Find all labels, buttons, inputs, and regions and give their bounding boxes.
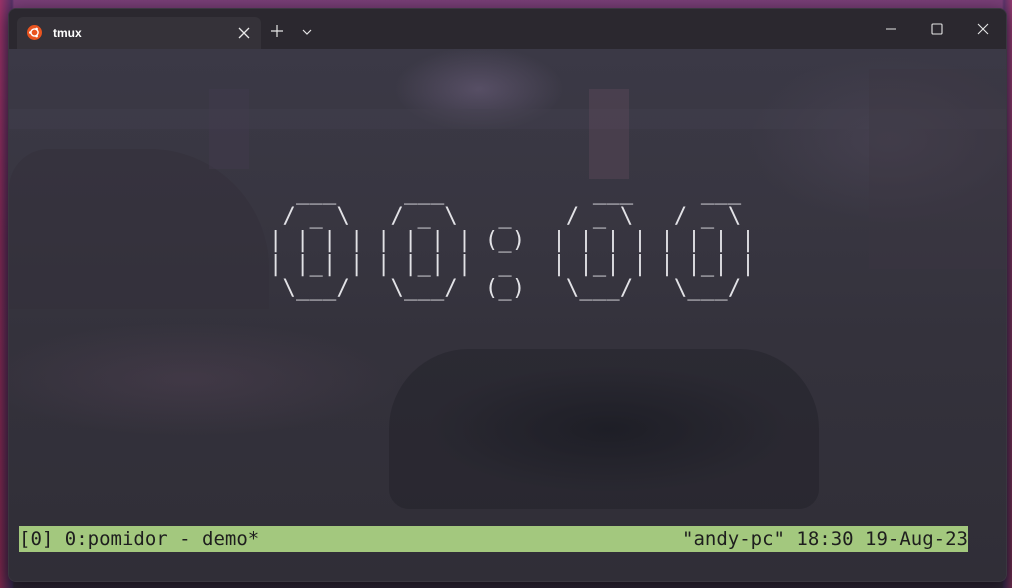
ascii-clock: ___ ___ ___ ___ / _ \ / _ \ _ / _ \ / _ … — [269, 180, 755, 301]
tmux-status-bar: [0] 0:pomidor - demo* "andy-pc" 18:30 19… — [19, 526, 968, 552]
background-decoration — [589, 89, 629, 179]
background-decoration — [869, 69, 1006, 269]
background-decoration — [9, 109, 1006, 129]
status-session-window: [0] 0:pomidor - demo* — [19, 528, 260, 550]
tab-title: tmux — [53, 26, 82, 40]
ubuntu-icon — [27, 25, 42, 40]
terminal-window: tmux ___ ___ ___ ___ / _ \ / _ \ _ / _ \… — [8, 8, 1007, 582]
tab-close-icon[interactable] — [235, 24, 253, 42]
maximize-icon[interactable] — [929, 21, 945, 37]
background-decoration — [209, 89, 249, 169]
plus-icon[interactable] — [269, 23, 285, 39]
terminal-pane[interactable]: ___ ___ ___ ___ / _ \ / _ \ _ / _ \ / _ … — [9, 49, 1006, 581]
background-decoration — [9, 149, 269, 309]
status-host-time: "andy-pc" 18:30 19-Aug-23 — [682, 528, 968, 550]
title-bar[interactable]: tmux — [9, 9, 1006, 49]
chevron-down-icon[interactable] — [301, 25, 313, 37]
close-icon[interactable] — [975, 21, 991, 37]
minimize-icon[interactable] — [883, 21, 899, 37]
background-decoration — [389, 349, 819, 509]
tab-tmux[interactable]: tmux — [17, 17, 261, 49]
